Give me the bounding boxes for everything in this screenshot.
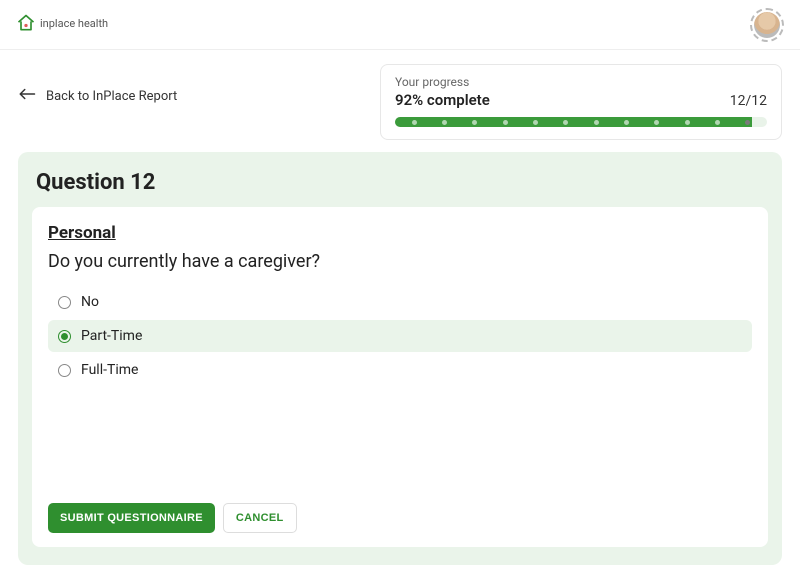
option-label: Part-Time: [81, 328, 142, 344]
options-list: No Part-Time Full-Time: [48, 286, 752, 386]
progress-count: 12/12: [730, 93, 767, 109]
app-header: inplace health: [0, 0, 800, 50]
house-icon: [16, 13, 36, 37]
progress-steps: [395, 117, 767, 127]
arrow-left-icon: [18, 88, 36, 104]
topbar: Back to InPlace Report Your progress 92%…: [0, 50, 800, 140]
brand-name: inplace health: [40, 18, 108, 30]
question-card: Personal Do you currently have a caregiv…: [32, 207, 768, 547]
question-heading: Question 12: [36, 170, 768, 195]
radio-icon: [58, 364, 71, 377]
action-row: SUBMIT QUESTIONNAIRE CANCEL: [48, 503, 752, 533]
progress-percent: 92% complete: [395, 91, 490, 109]
back-link[interactable]: Back to InPlace Report: [18, 64, 177, 104]
option-part-time[interactable]: Part-Time: [48, 320, 752, 352]
radio-icon: [58, 296, 71, 309]
option-no[interactable]: No: [48, 286, 752, 318]
question-panel: Question 12 Personal Do you currently ha…: [18, 152, 782, 565]
avatar-image: [754, 12, 780, 38]
progress-card: Your progress 92% complete 12/12: [380, 64, 782, 140]
progress-label: Your progress: [395, 75, 767, 89]
submit-button[interactable]: SUBMIT QUESTIONNAIRE: [48, 503, 215, 533]
cancel-button[interactable]: CANCEL: [223, 503, 297, 533]
option-label: Full-Time: [81, 362, 138, 378]
back-label: Back to InPlace Report: [46, 89, 177, 104]
progress-bar: [395, 117, 767, 127]
radio-icon: [58, 330, 71, 343]
question-text: Do you currently have a caregiver?: [48, 251, 752, 272]
user-avatar[interactable]: [750, 8, 784, 42]
brand-logo[interactable]: inplace health: [16, 13, 108, 37]
option-full-time[interactable]: Full-Time: [48, 354, 752, 386]
option-label: No: [81, 294, 99, 310]
question-category: Personal: [48, 223, 752, 243]
